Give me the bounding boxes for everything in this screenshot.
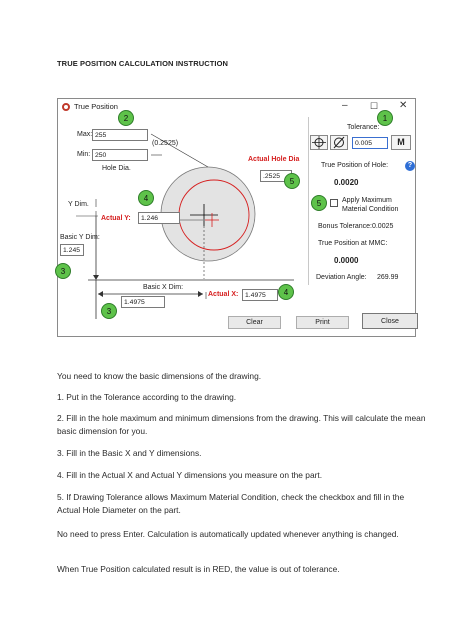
bonus-tolerance-label: Bonus Tolerance:0.0025 <box>318 223 394 230</box>
y-dim-label: Y Dim. <box>68 201 89 208</box>
mean-dimension-label: (0.2525) <box>152 140 179 147</box>
callout-badge: 5 <box>311 195 327 211</box>
actual-x-input[interactable]: 1.4975 <box>242 289 278 301</box>
actual-y-label: Actual Y: <box>101 215 131 222</box>
basic-x-dim-label: Basic X Dim: <box>143 284 184 291</box>
hole-dia-label: Hole Dia. <box>102 165 131 172</box>
close-button[interactable]: Close <box>362 313 418 329</box>
basic-y-input[interactable]: 1.245 <box>60 244 84 256</box>
deviation-angle-label: Deviation Angle: <box>316 274 367 281</box>
instruction-paragraph: No need to press Enter. Calculation is a… <box>57 529 399 539</box>
min-input[interactable]: 250 <box>92 149 148 161</box>
actual-x-label: Actual X: <box>208 291 239 298</box>
instruction-paragraph: When True Position calculated result is … <box>57 564 340 574</box>
callout-badge: 1 <box>377 110 393 126</box>
min-label: Min: <box>77 151 91 158</box>
deviation-angle-value: 269.99 <box>377 274 399 281</box>
actual-y-input[interactable]: 1.246 <box>138 212 180 224</box>
apply-mmc-label-1: Apply Maximum <box>342 197 392 204</box>
tp-hole-label: True Position of Hole: <box>321 162 389 169</box>
max-input[interactable]: 255 <box>92 129 148 141</box>
callout-badge: 4 <box>278 284 294 300</box>
tolerance-label: Tolerance: <box>347 124 380 131</box>
basic-x-input[interactable]: 1.4975 <box>121 296 165 308</box>
instruction-paragraph: 5. If Drawing Tolerance allows Maximum M… <box>57 492 405 515</box>
maximize-button[interactable]: ☐ <box>370 101 378 112</box>
callout-badge: 4 <box>138 190 154 206</box>
instruction-paragraph: 3. Fill in the Basic X and Y dimensions. <box>57 448 202 458</box>
close-window-button[interactable]: ✕ <box>399 100 407 111</box>
callout-badge: 3 <box>101 303 117 319</box>
tp-hole-value: 0.0020 <box>334 178 359 187</box>
diameter-symbol-icon <box>333 136 345 149</box>
panel-divider <box>308 117 309 285</box>
instruction-paragraph: 2. Fill in the hole maximum and minimum … <box>57 413 426 436</box>
position-symbol-button[interactable] <box>310 135 328 150</box>
max-label: Max: <box>77 131 93 138</box>
callout-badge: 3 <box>55 263 71 279</box>
clear-button[interactable]: Clear <box>228 316 281 329</box>
basic-y-dim-label: Basic Y Dim: <box>60 234 100 241</box>
print-button[interactable]: Print <box>296 316 349 329</box>
instruction-paragraph: You need to know the basic dimensions of… <box>57 371 262 381</box>
help-icon[interactable]: ? <box>405 161 415 171</box>
instruction-paragraph: 4. Fill in the Actual X and Actual Y dim… <box>57 470 323 480</box>
minimize-button[interactable]: – <box>342 100 348 111</box>
position-symbol-icon <box>312 136 326 149</box>
tp-mmc-label: True Position at MMC: <box>318 240 388 247</box>
mmc-button[interactable]: M <box>391 135 411 150</box>
tolerance-input[interactable]: 0.005 <box>352 137 388 149</box>
callout-badge: 5 <box>284 173 300 189</box>
true-position-window: True Position – ☐ ✕ Max: 255 Min: 250 (0… <box>57 98 418 337</box>
callout-badge: 2 <box>118 110 134 126</box>
instruction-paragraph: 1. Put in the Tolerance according to the… <box>57 392 237 402</box>
actual-hole-dia-label: Actual Hole Dia <box>248 156 300 163</box>
document-title: TRUE POSITION CALCULATION INSTRUCTION <box>57 59 229 68</box>
apply-mmc-label-2: Material Condition <box>342 206 399 213</box>
apply-mmc-checkbox[interactable] <box>330 199 338 207</box>
diameter-symbol-button[interactable] <box>330 135 348 150</box>
tp-mmc-value: 0.0000 <box>334 256 359 265</box>
